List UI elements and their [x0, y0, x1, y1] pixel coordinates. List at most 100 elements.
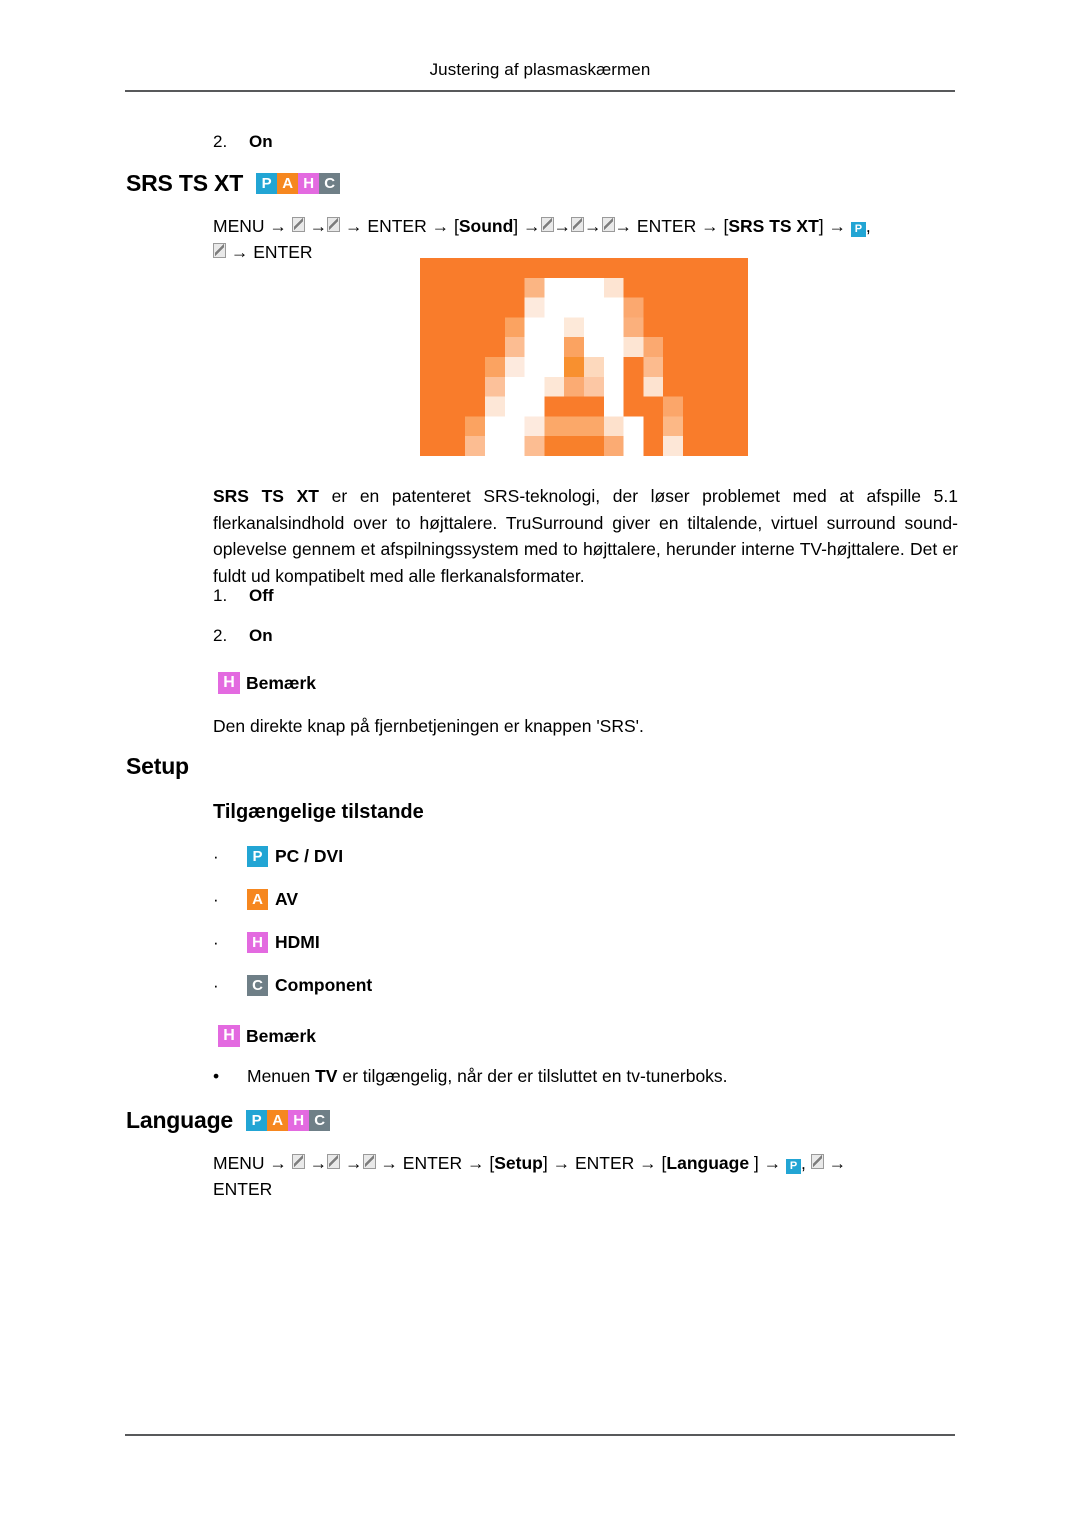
- navpath-enter: ENTER: [367, 216, 427, 236]
- list-number: 1.: [213, 586, 228, 605]
- bullet-dot-icon: •: [213, 1066, 220, 1086]
- srs-description-paragraph: SRS TS XT er en patenteret SRS-teknologi…: [213, 483, 958, 589]
- list-item-mode-av: · A AV: [213, 889, 298, 910]
- navpath-menu: MENU: [213, 1153, 265, 1173]
- navpath-arrow: →: [345, 1153, 363, 1173]
- mode-label: Component: [275, 975, 373, 995]
- note-heading-setup: H Bemærk: [218, 1025, 316, 1047]
- list-number: 2.: [213, 132, 228, 151]
- badge-av-icon: A: [267, 1110, 289, 1131]
- badge-component-icon: C: [309, 1110, 331, 1131]
- bullet-dot-icon: ·: [213, 890, 219, 909]
- list-item-off: 1. Off: [213, 586, 274, 606]
- navpath-comma: ,: [865, 216, 871, 236]
- note-bullet-tail: er tilgængelig, når der er tilsluttet en…: [337, 1066, 728, 1086]
- navpath-arrow: →: [523, 216, 541, 236]
- page-title-setup: Setup: [126, 753, 189, 780]
- list-item-on: 2. On: [213, 626, 273, 646]
- navpath-menu-label-sound: Sound: [458, 216, 514, 236]
- navpath-arrow: →: [269, 216, 287, 236]
- mode-label: HDMI: [275, 932, 320, 952]
- list-item-mode-component: · C Component: [213, 975, 372, 996]
- header-rule: [125, 90, 955, 92]
- navpath-language: MENU → → → → ENTER → [Setup] → ENTER → […: [213, 1150, 963, 1202]
- page-title-language: Language PAHC: [126, 1107, 331, 1134]
- missing-glyph-icon: [327, 217, 341, 232]
- navpath-menu-label-srs: SRS TS XT: [728, 216, 819, 236]
- figure-pixel-letter-a: [425, 258, 743, 456]
- badge-pc-small-icon: P: [850, 222, 866, 237]
- page-title-srs-ts-xt: SRS TS XT PAHC: [126, 170, 341, 197]
- navpath-arrow: →: [230, 242, 249, 262]
- section-heading-text: Language: [126, 1107, 234, 1133]
- bullet-dot-icon: ·: [213, 933, 219, 952]
- navpath-arrow: →: [309, 1153, 328, 1173]
- navpath-arrow: →: [828, 1153, 847, 1173]
- figure-srs-logo: [420, 258, 748, 456]
- badge-hdmi-note-icon: H: [218, 1025, 240, 1047]
- subheading-available-modes: Tilgængelige tilstande: [213, 801, 424, 823]
- navpath-enter: ENTER: [636, 216, 697, 236]
- navpath-arrow: →: [828, 216, 847, 236]
- navpath-arrow: →: [584, 216, 602, 236]
- mode-label: PC / DVI: [275, 846, 344, 866]
- navpath-comma: ,: [801, 1153, 806, 1173]
- navpath-menu: MENU: [213, 216, 265, 236]
- badge-pc-icon: P: [256, 173, 278, 194]
- badge-hdmi-icon: H: [288, 1110, 310, 1131]
- footer-rule: [125, 1434, 955, 1436]
- bullet-dot-icon: ·: [213, 976, 219, 995]
- bullet-dot-icon: ·: [213, 847, 219, 866]
- running-head: Justering af plasmaskærmen: [429, 60, 651, 79]
- missing-glyph-icon: [810, 1154, 824, 1169]
- badge-av-icon: A: [247, 889, 268, 910]
- missing-glyph-icon: [327, 1154, 341, 1169]
- note-text-srs: Den direkte knap på fjernbetjeningen er …: [213, 716, 644, 736]
- navpath-arrow: →: [431, 216, 450, 236]
- navpath-arrow: →: [614, 216, 633, 236]
- navpath-bracket: ]: [513, 216, 519, 236]
- badge-component-icon: C: [247, 975, 268, 996]
- list-number: 2.: [213, 626, 228, 645]
- navpath-enter: ENTER: [574, 1153, 635, 1173]
- badge-hdmi-icon: H: [298, 173, 320, 194]
- navpath-arrow: →: [466, 1153, 485, 1173]
- note-bullet-bold: TV: [315, 1066, 338, 1086]
- missing-glyph-icon: [291, 1154, 305, 1169]
- note-title: Bemærk: [246, 672, 317, 693]
- navpath-arrow: →: [269, 1153, 287, 1173]
- missing-glyph-icon: [362, 1154, 376, 1169]
- missing-glyph-icon: [291, 217, 305, 232]
- mode-badge-strip: PAHC: [256, 173, 341, 194]
- navpath-arrow: →: [309, 216, 328, 236]
- navpath-arrow: →: [639, 1153, 657, 1173]
- list-item-mode-hdmi: · H HDMI: [213, 932, 320, 953]
- list-value: On: [249, 132, 273, 151]
- navpath-arrow: →: [553, 216, 572, 236]
- navpath-arrow: →: [552, 1153, 571, 1173]
- navpath-enter: ENTER: [253, 242, 313, 262]
- missing-glyph-icon: [571, 217, 585, 232]
- navpath-menu-label-language: Language: [666, 1153, 754, 1173]
- badge-hdmi-note-icon: H: [218, 672, 240, 694]
- navpath-bracket: ]: [542, 1153, 548, 1173]
- document-page: Justering af plasmaskærmen 2. On SRS TS X…: [0, 0, 1080, 1527]
- list-value: Off: [249, 586, 274, 605]
- missing-glyph-icon: [601, 217, 615, 232]
- section-heading-text: Setup: [126, 753, 189, 779]
- list-value: On: [249, 626, 273, 645]
- note-bullet-tv-menu: • Menuen TV er tilgængelig, når der er ti…: [213, 1066, 728, 1087]
- navpath-menu-label-setup: Setup: [494, 1153, 543, 1173]
- badge-component-icon: C: [319, 173, 341, 194]
- paragraph-body: er en patenteret SRS-teknologi, der løse…: [213, 486, 958, 586]
- note-title: Bemærk: [246, 1025, 317, 1046]
- badge-av-icon: A: [277, 173, 299, 194]
- navpath-arrow: →: [345, 216, 363, 236]
- badge-pc-small-icon: P: [786, 1159, 802, 1174]
- navpath-arrow: →: [763, 1153, 782, 1173]
- navpath-enter: ENTER: [213, 1179, 273, 1199]
- list-item-mode-pc-dvi: · P PC / DVI: [213, 846, 343, 867]
- section-heading-text: SRS TS XT: [126, 170, 244, 196]
- badge-hdmi-icon: H: [247, 932, 268, 953]
- navpath-bracket: ]: [818, 216, 824, 236]
